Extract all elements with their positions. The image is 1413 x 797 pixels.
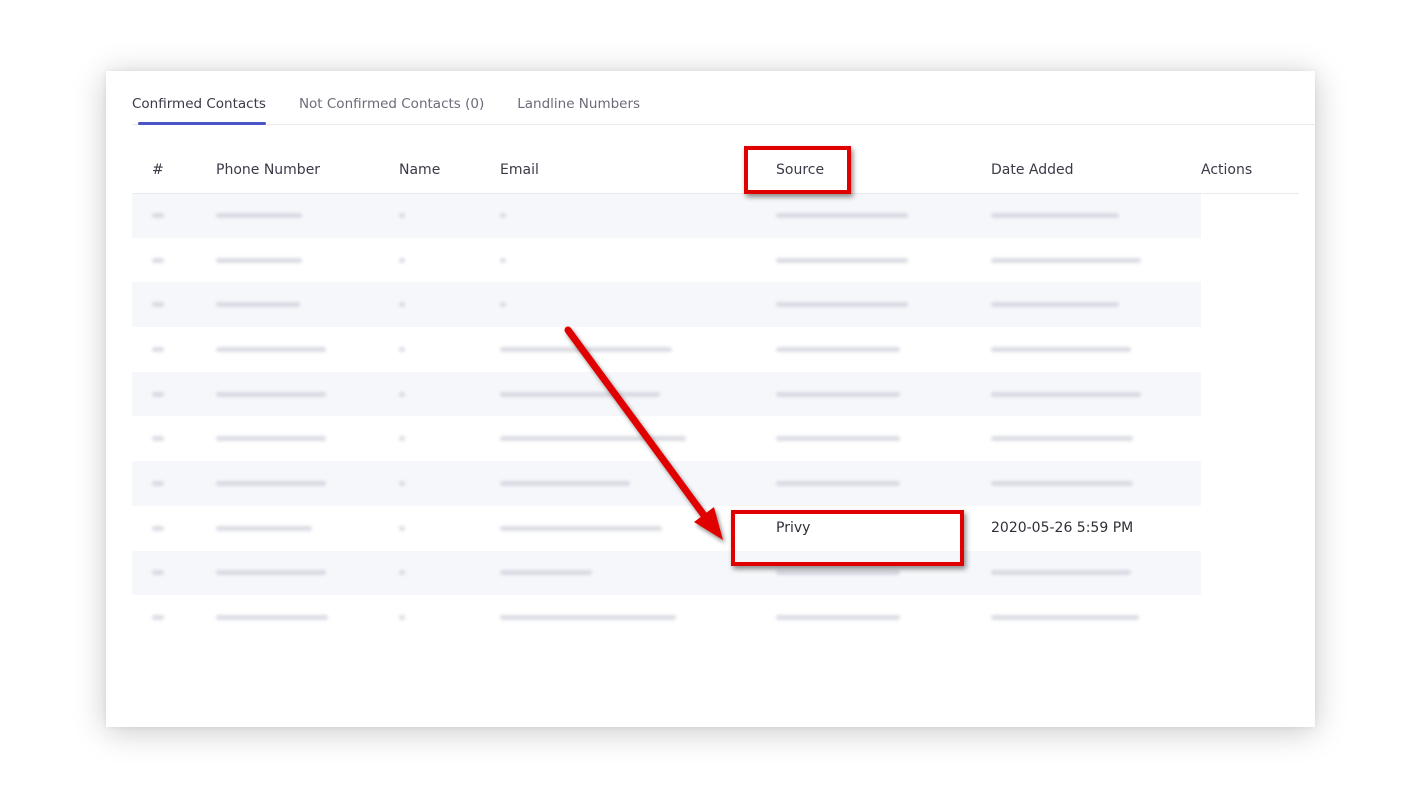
- row-name: [399, 416, 500, 461]
- row-number: [132, 327, 216, 372]
- row-number: [132, 193, 216, 238]
- row-phone: [216, 461, 399, 506]
- row-phone: [216, 506, 399, 551]
- row-date: [981, 416, 1201, 461]
- row-actions: [1201, 327, 1299, 372]
- row-name: [399, 193, 500, 238]
- row-email: [500, 550, 766, 596]
- table-row-highlighted: Privy 2020-05-26 5:59 PM: [132, 506, 1299, 551]
- row-actions: [1201, 238, 1299, 283]
- tab-not-confirmed-contacts[interactable]: Not Confirmed Contacts (0): [299, 95, 484, 124]
- page: Confirmed Contacts Not Confirmed Contact…: [0, 0, 1413, 797]
- row-name: [399, 282, 500, 328]
- row-phone: [216, 550, 399, 596]
- row-name: [399, 506, 500, 551]
- row-source: [766, 371, 981, 417]
- row-number: [132, 506, 216, 551]
- row-date: [981, 193, 1201, 238]
- source-header-highlight-box: [744, 146, 851, 194]
- row-number: [132, 371, 216, 417]
- row-source: [766, 416, 981, 461]
- row-name: [399, 550, 500, 596]
- row-email: [500, 416, 766, 461]
- row-actions: [1201, 506, 1299, 551]
- row-phone: [216, 282, 399, 328]
- row-email: [500, 282, 766, 328]
- privy-cell-highlight-box: [731, 510, 964, 566]
- row-number: [132, 461, 216, 506]
- header-date-added: Date Added: [981, 147, 1201, 194]
- contacts-card: Confirmed Contacts Not Confirmed Contact…: [106, 71, 1315, 727]
- row-date: [981, 282, 1201, 328]
- row-actions: [1201, 416, 1299, 461]
- row-date: [981, 595, 1201, 640]
- header-actions: Actions: [1201, 147, 1299, 194]
- tab-confirmed-contacts[interactable]: Confirmed Contacts: [132, 95, 266, 125]
- contacts-table: # Phone Number Name Email Source Date Ad…: [132, 147, 1299, 640]
- row-date: [981, 238, 1201, 283]
- row-number: [132, 595, 216, 640]
- row-email: [500, 595, 766, 640]
- table-row: [132, 371, 1299, 417]
- row-name: [399, 238, 500, 283]
- table-row: [132, 282, 1299, 328]
- row-actions: [1201, 551, 1299, 596]
- row-actions: [1201, 282, 1299, 327]
- table-row: [132, 461, 1299, 506]
- row-phone: [216, 238, 399, 283]
- header-name: Name: [399, 147, 500, 194]
- row-phone: [216, 193, 399, 238]
- tab-landline-numbers[interactable]: Landline Numbers: [517, 95, 640, 124]
- row-source: [766, 461, 981, 506]
- row-phone: [216, 327, 399, 372]
- tab-bar: Confirmed Contacts Not Confirmed Contact…: [132, 95, 1315, 125]
- row-number: [132, 550, 216, 596]
- row-source: [766, 193, 981, 238]
- header-number: #: [132, 147, 216, 194]
- row-email: [500, 461, 766, 506]
- table-row: [132, 193, 1299, 238]
- row-date-added: 2020-05-26 5:59 PM: [991, 520, 1134, 537]
- row-phone: [216, 416, 399, 461]
- row-number: [132, 238, 216, 283]
- row-name: [399, 595, 500, 640]
- row-name: [399, 327, 500, 372]
- row-source: [766, 282, 981, 328]
- row-email: [500, 506, 766, 551]
- row-actions: [1201, 461, 1299, 506]
- table-row: [132, 416, 1299, 461]
- row-name: [399, 371, 500, 417]
- row-email: [500, 371, 766, 417]
- row-number: [132, 282, 216, 328]
- row-actions: [1201, 372, 1299, 417]
- row-name: [399, 461, 500, 506]
- row-email: [500, 193, 766, 238]
- table-row: [132, 327, 1299, 372]
- row-phone: [216, 371, 399, 417]
- table-header-row: # Phone Number Name Email Source Date Ad…: [132, 147, 1299, 194]
- row-source: [766, 327, 981, 372]
- row-phone: [216, 595, 399, 640]
- row-email: [500, 327, 766, 372]
- header-phone-number: Phone Number: [216, 147, 399, 194]
- table-row: [132, 238, 1299, 283]
- table-row: [132, 595, 1299, 640]
- table-row: [132, 550, 1299, 596]
- row-source: [766, 595, 981, 640]
- row-source: [766, 238, 981, 283]
- row-actions: [1201, 193, 1299, 238]
- row-number: [132, 416, 216, 461]
- header-email: Email: [500, 147, 766, 194]
- row-actions: [1201, 595, 1299, 640]
- row-date: [981, 550, 1201, 596]
- row-date: [981, 327, 1201, 372]
- row-date: [981, 461, 1201, 506]
- row-email: [500, 238, 766, 283]
- row-date: [981, 371, 1201, 417]
